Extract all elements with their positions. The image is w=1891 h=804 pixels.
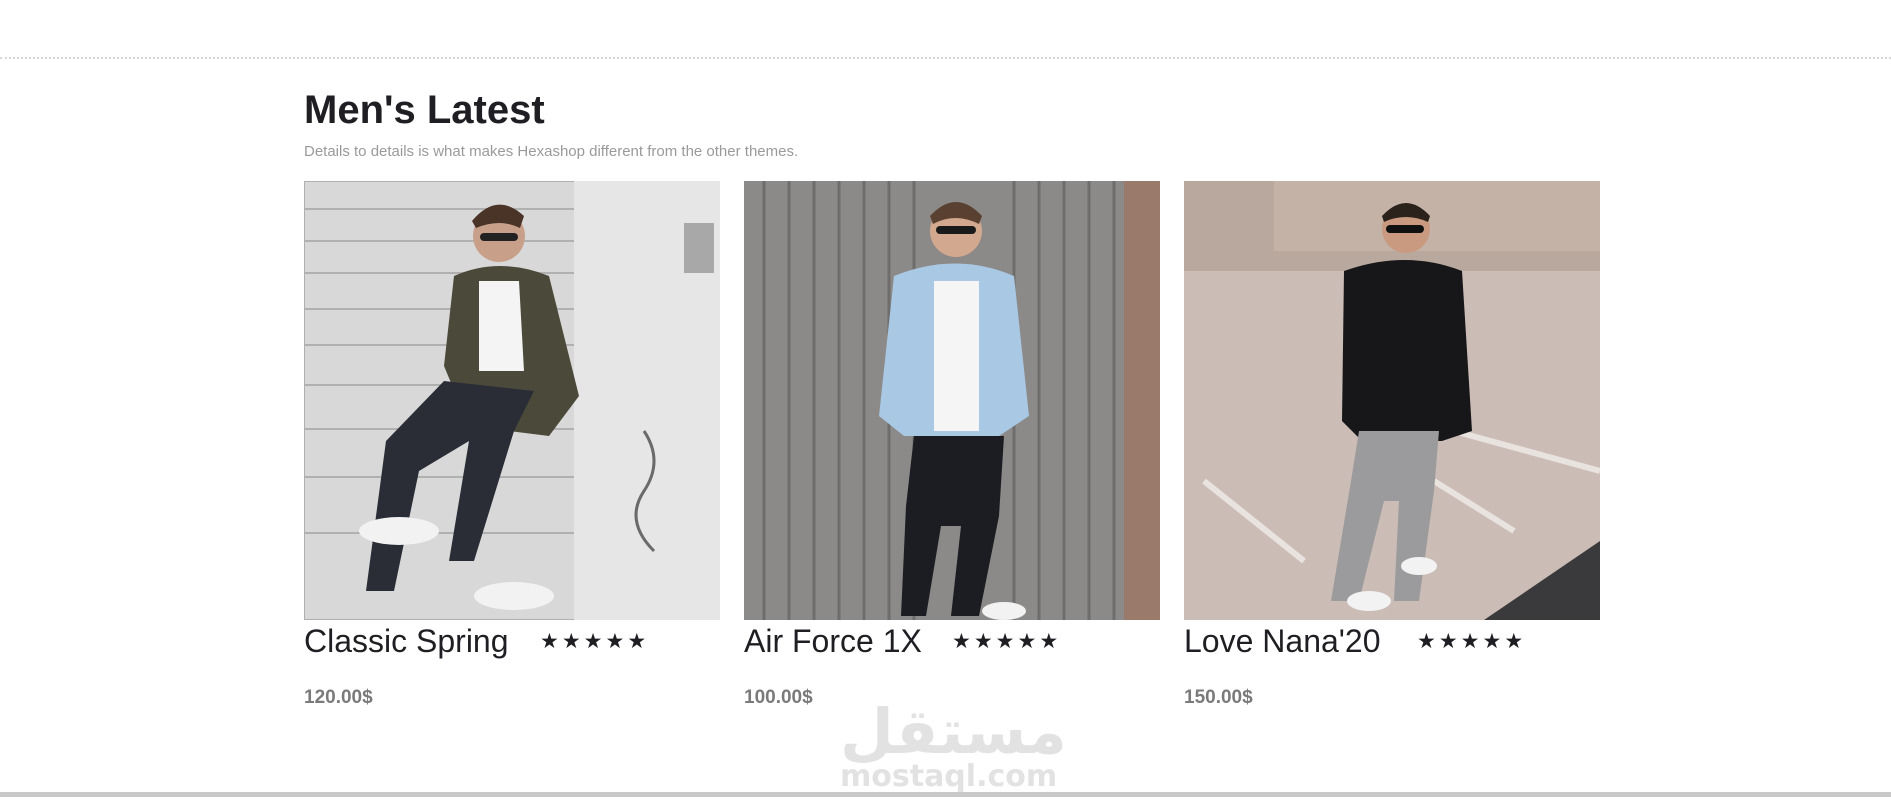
watermark-arabic-text: مستقل [840, 695, 1067, 768]
star-icon: ★ [1482, 630, 1502, 653]
star-icon: ★ [1438, 630, 1458, 653]
star-rating: ★ ★ ★ ★ ★ [540, 630, 646, 654]
star-icon: ★ [952, 630, 971, 653]
section-title: Men's Latest [304, 88, 545, 132]
product-info: Love Nana'20 ★ ★ ★ ★ ★ 150.00$ [1184, 620, 1600, 708]
page: Men's Latest Details to details is what … [0, 0, 1891, 804]
star-icon: ★ [627, 630, 647, 653]
star-rating: ★ ★ ★ ★ ★ [952, 630, 1058, 654]
product-name[interactable]: Air Force 1X [744, 622, 922, 660]
star-icon: ★ [540, 630, 559, 653]
man-camo-jacket-photo[interactable] [304, 181, 720, 620]
product-card-air-force-1x[interactable]: Air Force 1X ★ ★ ★ ★ ★ 100.00$ [744, 181, 1160, 708]
product-name[interactable]: Love Nana'20 [1184, 622, 1380, 660]
mens-latest-section: Men's Latest Details to details is what … [304, 84, 1600, 708]
star-icon: ★ [973, 630, 993, 653]
section-subtitle: Details to details is what makes Hexasho… [304, 143, 799, 160]
top-dotted-divider [0, 57, 1891, 59]
star-icon: ★ [1039, 630, 1059, 653]
star-icon: ★ [561, 630, 581, 653]
star-icon: ★ [1460, 630, 1480, 653]
mostaql-watermark: مستقل mostaql.com [840, 695, 1067, 794]
product-price: 100.00$ [744, 687, 813, 708]
star-icon: ★ [583, 630, 603, 653]
product-price: 120.00$ [304, 687, 373, 708]
man-denim-jacket-photo[interactable] [744, 181, 1160, 620]
product-card-love-nana20[interactable]: Love Nana'20 ★ ★ ★ ★ ★ 150.00$ [1184, 181, 1600, 708]
product-carousel: Classic Spring ★ ★ ★ ★ ★ 120.00$ Air For… [304, 181, 1600, 741]
star-rating: ★ ★ ★ ★ ★ [1417, 630, 1523, 654]
star-icon: ★ [605, 630, 625, 653]
star-icon: ★ [1017, 630, 1037, 653]
star-icon: ★ [1504, 630, 1524, 653]
star-icon: ★ [1417, 630, 1436, 653]
product-info: Air Force 1X ★ ★ ★ ★ ★ 100.00$ [744, 620, 1160, 708]
product-info: Classic Spring ★ ★ ★ ★ ★ 120.00$ [304, 620, 720, 708]
man-black-sweater-photo[interactable] [1184, 181, 1600, 620]
product-card-classic-spring[interactable]: Classic Spring ★ ★ ★ ★ ★ 120.00$ [304, 181, 720, 708]
star-icon: ★ [995, 630, 1015, 653]
product-name[interactable]: Classic Spring [304, 622, 509, 660]
watermark-latin-text: mostaql.com [840, 759, 1058, 794]
bottom-divider [0, 792, 1891, 797]
product-price: 150.00$ [1184, 687, 1253, 708]
